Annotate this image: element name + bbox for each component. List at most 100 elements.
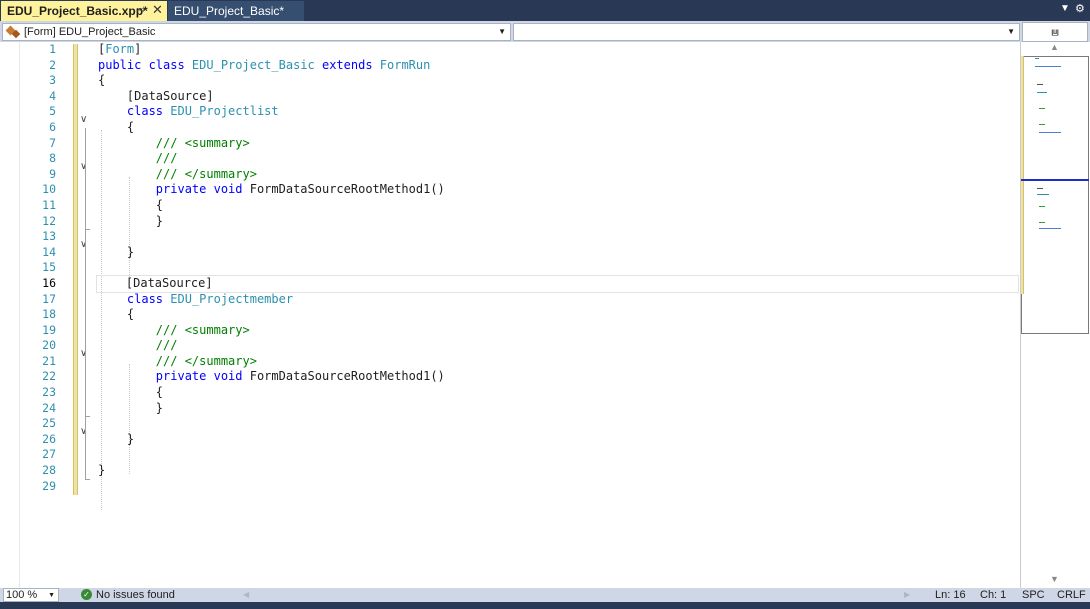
code-line[interactable]: } [98, 432, 1018, 448]
minimap-code-mark [1039, 132, 1061, 133]
code-line[interactable]: /// [98, 338, 1018, 354]
tab-edu-project-basic-designer[interactable]: EDU_Project_Basic* [168, 1, 304, 21]
line-number: 18 [42, 307, 56, 322]
line-endings-indicator[interactable]: CRLF [1057, 588, 1086, 602]
scroll-right-icon[interactable]: ▶ [904, 588, 910, 602]
minimap-code-mark [1037, 84, 1043, 85]
minimap-code-mark [1037, 188, 1043, 189]
code-token: [DataSource] [97, 275, 213, 290]
code-line[interactable]: [DataSource] [98, 89, 1018, 105]
code-token: { [98, 119, 135, 134]
scroll-up-icon[interactable]: ▲ [1050, 42, 1059, 52]
code-line[interactable]: } [98, 401, 1018, 417]
code-line[interactable]: { [98, 307, 1018, 323]
line-number: 22 [42, 369, 56, 384]
line-number: 25 [42, 416, 56, 431]
code-line[interactable]: { [98, 73, 1018, 89]
collapse-icon[interactable]: ∨ [80, 239, 87, 250]
code-token: private void [98, 182, 250, 197]
tab-label: EDU_Project_Basic* [174, 4, 285, 18]
code-token: { [98, 385, 164, 400]
gear-icon[interactable]: ⚙ [1075, 2, 1085, 15]
line-number: 2 [49, 57, 56, 72]
scroll-left-icon[interactable]: ◀ [243, 588, 249, 602]
code-line[interactable]: { [98, 120, 1018, 136]
fold-end [85, 229, 90, 230]
code-line[interactable]: class EDU_Projectlist [98, 104, 1018, 120]
vertical-scrollbar-minimap[interactable]: ▲ ▼ [1020, 42, 1090, 588]
code-token: FormDataSourceRootMethod1() [249, 369, 445, 384]
dropdown-arrow-icon[interactable]: ▼ [1060, 3, 1070, 14]
minimap-code-mark [1039, 108, 1045, 109]
line-number: 12 [42, 213, 56, 228]
line-number: 10 [42, 182, 56, 197]
code-token: { [98, 307, 135, 322]
status-bar: 100 % ▼ ✓ No issues found ◀ ▶ Ln: 16 Ch:… [0, 588, 1090, 602]
code-line[interactable]: [Form] [98, 42, 1018, 58]
code-token: class [98, 291, 171, 306]
line-number: 21 [42, 353, 56, 368]
issues-status[interactable]: No issues found [96, 588, 175, 602]
whitespace-indicator[interactable]: SPC [1022, 588, 1045, 602]
code-line[interactable]: /// </summary> [98, 354, 1018, 370]
code-line[interactable] [98, 447, 1018, 463]
pin-icon[interactable]: ⫤ [137, 4, 145, 15]
code-token: FormDataSourceRootMethod1() [249, 182, 445, 197]
check-circle-icon[interactable]: ✓ [81, 589, 92, 600]
code-token: Form [105, 42, 135, 56]
collapse-icon[interactable]: ∨ [80, 161, 87, 172]
line-number: 17 [42, 291, 56, 306]
line-number: 26 [42, 431, 56, 446]
code-line[interactable]: [DataSource] [96, 274, 1019, 293]
line-number: 19 [42, 322, 56, 337]
scroll-down-icon[interactable]: ▼ [1050, 574, 1059, 584]
collapse-icon[interactable]: ∨ [80, 114, 87, 125]
code-line[interactable] [98, 229, 1018, 245]
code-line[interactable]: class EDU_Projectmember [98, 292, 1018, 308]
code-token: /// [98, 151, 178, 166]
code-line[interactable]: /// [98, 151, 1018, 167]
type-selector-dropdown[interactable]: [Form] EDU_Project_Basic ▼ [2, 23, 511, 41]
code-line[interactable]: } [98, 214, 1018, 230]
line-number: 8 [49, 151, 56, 166]
minimap-code-mark [1039, 206, 1045, 207]
code-token: /// [98, 338, 178, 353]
member-selector-dropdown[interactable]: ▼ [513, 23, 1020, 41]
code-line[interactable]: private void FormDataSourceRootMethod1() [98, 182, 1018, 198]
minimap-viewport[interactable] [1021, 179, 1089, 334]
code-token: EDU_Project_Basic [191, 57, 315, 72]
code-line[interactable]: private void FormDataSourceRootMethod1() [98, 369, 1018, 385]
code-line[interactable]: public class EDU_Project_Basic extends F… [98, 58, 1018, 74]
line-number: 11 [42, 197, 56, 212]
line-number: 7 [49, 135, 56, 150]
code-line[interactable]: /// <summary> [98, 136, 1018, 152]
class-icon [5, 25, 22, 39]
code-token: /// <summary> [98, 322, 250, 337]
fold-end [85, 479, 90, 480]
code-line[interactable] [98, 416, 1018, 432]
close-icon[interactable]: ✕ [152, 2, 163, 18]
collapse-icon[interactable]: ∨ [80, 426, 87, 437]
zoom-level-dropdown[interactable]: 100 % ▼ [3, 588, 59, 602]
code-editor[interactable]: 1 2 3 4 5 6 7 8 9 10 11 12 13 14 15 16 17 18 19 20 21 22 23 24 2… [0, 42, 1020, 588]
fold-end [85, 416, 90, 417]
code-line[interactable] [98, 479, 1018, 495]
type-selector-value: [Form] EDU_Project_Basic [24, 26, 156, 38]
collapse-icon[interactable]: ∨ [80, 348, 87, 359]
tab-label: EDU_Project_Basic.xpp* [7, 4, 148, 18]
split-window-icon[interactable]: ⩏ [1022, 22, 1088, 42]
code-token: class [98, 104, 171, 119]
code-line[interactable]: } [98, 463, 1018, 479]
code-text-area[interactable]: [Form] public class EDU_Project_Basic ext… [96, 42, 1019, 495]
tab-edu-project-basic-xpp[interactable]: EDU_Project_Basic.xpp* ⫤ ✕ [1, 1, 167, 21]
code-line[interactable] [98, 260, 1018, 276]
code-token: FormRun [379, 57, 431, 72]
code-line[interactable]: /// </summary> [98, 167, 1018, 183]
code-line[interactable]: /// <summary> [98, 323, 1018, 339]
code-line[interactable]: { [98, 385, 1018, 401]
code-token: public class [98, 57, 192, 72]
line-indicator[interactable]: Ln: 16 [935, 588, 966, 602]
code-line[interactable]: } [98, 245, 1018, 261]
column-indicator[interactable]: Ch: 1 [980, 588, 1006, 602]
code-line[interactable]: { [98, 198, 1018, 214]
